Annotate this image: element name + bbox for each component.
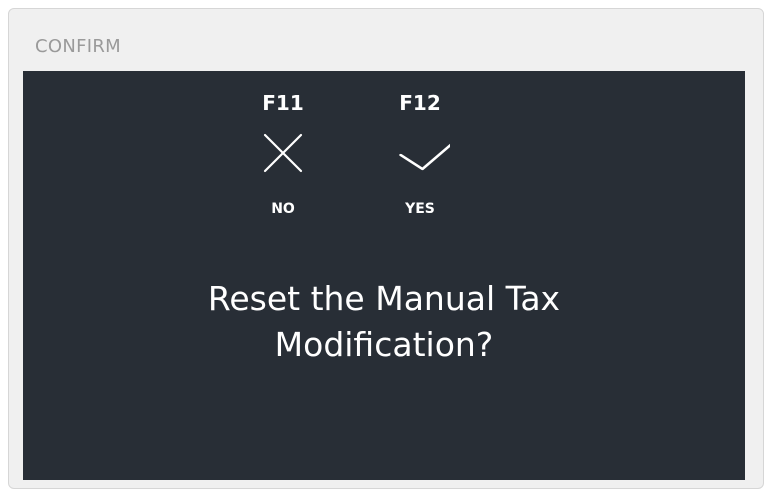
no-button[interactable]: F11 NO [238, 85, 328, 235]
dialog-body: F11 NO F12 YES Reset the Manual Tax Modi… [23, 71, 745, 480]
dialog-title: CONFIRM [35, 36, 122, 57]
yes-shortcut-key: F12 [399, 91, 441, 115]
message-line-1: Reset the Manual Tax [207, 279, 561, 318]
no-shortcut-key: F11 [262, 91, 304, 115]
yes-label: YES [405, 201, 435, 217]
confirmation-message: Reset the Manual Tax Modification? [23, 276, 745, 368]
checkmark-icon [399, 143, 450, 171]
message-line-2: Modification? [274, 325, 494, 364]
no-label: NO [271, 201, 295, 217]
close-icon [263, 133, 303, 173]
yes-button[interactable]: F12 YES [375, 85, 465, 235]
confirm-dialog: CONFIRM F11 NO F12 YES Reset the Manual … [8, 8, 764, 489]
